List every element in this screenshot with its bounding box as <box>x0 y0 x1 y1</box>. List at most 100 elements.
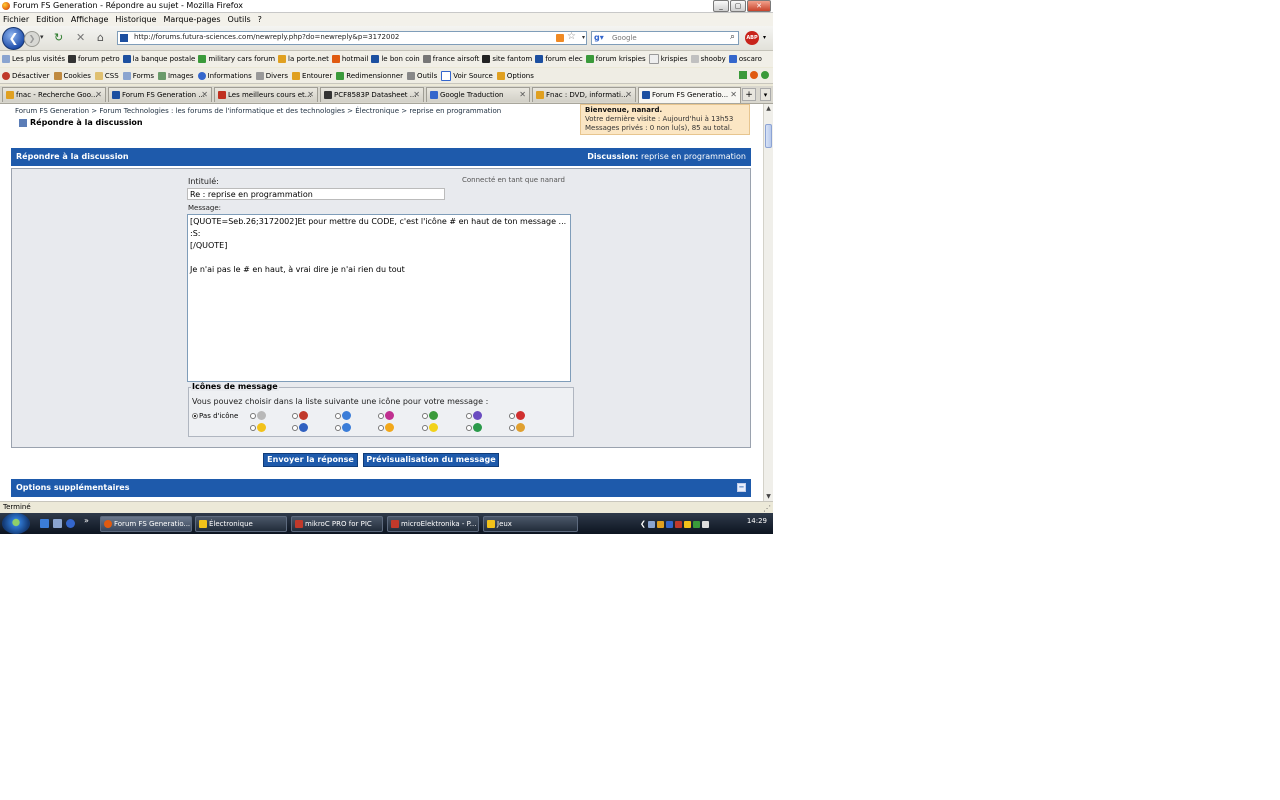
bookmark-item[interactable]: shooby <box>690 55 726 63</box>
switch-windows-icon[interactable] <box>53 519 62 528</box>
address-bar[interactable]: http://forums.futura-sciences.com/newrep… <box>117 31 587 45</box>
radio-button[interactable] <box>466 412 472 419</box>
tab-close-icon[interactable]: ✕ <box>201 88 208 102</box>
search-input[interactable] <box>612 33 712 43</box>
adblock-dropdown-icon[interactable]: ▾ <box>763 34 766 41</box>
tab-close-icon[interactable]: ✕ <box>730 88 737 102</box>
menu-edition[interactable]: Edition <box>36 15 64 24</box>
message-textarea[interactable] <box>187 214 571 382</box>
minimize-button[interactable]: _ <box>713 0 729 12</box>
error-icon[interactable] <box>750 71 758 79</box>
dev-item[interactable]: Cookies <box>53 71 91 80</box>
taskbar-electronique-folder[interactable]: Électronique <box>195 516 287 532</box>
tray-app-icon[interactable] <box>692 520 700 528</box>
scroll-up-icon[interactable]: ▲ <box>764 104 773 113</box>
radio-button[interactable] <box>378 412 384 419</box>
radio-button[interactable] <box>466 424 472 431</box>
tab-list-button[interactable]: ▾ <box>760 88 771 101</box>
menu-historique[interactable]: Historique <box>115 15 156 24</box>
radio-button[interactable] <box>509 424 515 431</box>
radio-button[interactable] <box>422 412 428 419</box>
dev-item[interactable]: Divers <box>255 71 288 80</box>
radio-button[interactable] <box>192 413 198 419</box>
rss-feed-icon[interactable] <box>556 34 564 42</box>
message-icon-option[interactable] <box>335 423 351 432</box>
submit-reply-button[interactable]: Envoyer la réponse <box>263 453 358 467</box>
google-engine-icon[interactable]: g▾ <box>594 33 604 42</box>
tab-meilleurs-cours[interactable]: Les meilleurs cours et... ✕ <box>214 87 318 102</box>
ok-icon[interactable] <box>761 71 769 79</box>
private-messages-link[interactable]: Messages privés : 0 non lu(s), 85 au tot… <box>585 124 732 132</box>
bookmark-item[interactable]: france airsoft <box>422 55 479 63</box>
quick-launch-more-icon[interactable]: » <box>84 516 89 525</box>
scroll-down-icon[interactable]: ▼ <box>764 492 773 501</box>
menu-affichage[interactable]: Affichage <box>71 15 109 24</box>
radio-button[interactable] <box>335 424 341 431</box>
internet-explorer-icon[interactable] <box>66 519 75 528</box>
taskbar-microelektronika[interactable]: microElektronika - P... <box>387 516 479 532</box>
tab-forum-fs-1[interactable]: Forum FS Generation ... ✕ <box>108 87 212 102</box>
no-icon-option[interactable]: Pas d'icône <box>192 412 238 420</box>
radio-button[interactable] <box>509 412 515 419</box>
dev-item[interactable]: Informations <box>197 71 252 80</box>
tab-google-traduction[interactable]: Google Traduction ✕ <box>426 87 530 102</box>
message-icon-option[interactable] <box>509 411 525 420</box>
dev-item[interactable]: Options <box>496 71 534 80</box>
breadcrumb-link[interactable]: Forum FS Generation > Forum Technologies… <box>15 107 501 115</box>
bookmark-item[interactable]: forum elec <box>535 55 583 63</box>
back-button[interactable]: ❮ <box>2 27 25 50</box>
message-icon-option[interactable] <box>378 411 394 420</box>
message-icon-option[interactable] <box>292 411 308 420</box>
tray-expand-icon[interactable]: ❮ <box>640 520 646 528</box>
bookmark-item[interactable]: forum krispies <box>585 55 646 63</box>
taskbar-mikroc[interactable]: mikroC PRO for PIC <box>291 516 383 532</box>
dev-item[interactable]: Redimensionner <box>336 71 403 80</box>
page-scrollbar[interactable]: ▲ ▼ <box>763 104 773 501</box>
reload-icon[interactable]: ↻ <box>54 32 63 44</box>
dev-item[interactable]: Voir Source <box>441 70 493 81</box>
tray-network-icon[interactable] <box>647 520 655 528</box>
menu-aide[interactable]: ? <box>258 15 262 24</box>
bookmark-item[interactable]: Les plus visités <box>2 55 65 63</box>
preview-message-button[interactable]: Prévisualisation du message <box>363 453 499 467</box>
radio-button[interactable] <box>250 412 256 419</box>
tab-close-icon[interactable]: ✕ <box>307 88 314 102</box>
message-icon-option[interactable] <box>509 423 525 432</box>
url-dropdown-icon[interactable]: ▾ <box>582 34 585 41</box>
dev-item[interactable]: Outils <box>407 71 437 80</box>
tray-app-icon[interactable] <box>665 520 673 528</box>
radio-button[interactable] <box>250 424 256 431</box>
tab-fnac-dvd[interactable]: Fnac : DVD, informati... ✕ <box>532 87 636 102</box>
radio-button[interactable] <box>378 424 384 431</box>
message-icon-option[interactable] <box>422 423 438 432</box>
radio-button[interactable] <box>292 412 298 419</box>
bookmark-item[interactable]: forum petro <box>68 55 120 63</box>
tab-close-icon[interactable]: ✕ <box>95 88 102 102</box>
message-icon-option[interactable] <box>292 423 308 432</box>
scroll-thumb[interactable] <box>765 124 772 148</box>
home-icon[interactable]: ⌂ <box>97 32 104 44</box>
taskbar-jeux-folder[interactable]: Jeux <box>483 516 578 532</box>
message-icon-option[interactable] <box>422 411 438 420</box>
message-icon-option[interactable] <box>466 423 482 432</box>
adblock-plus-icon[interactable]: ABP <box>745 31 759 45</box>
dev-item[interactable]: Forms <box>122 71 154 80</box>
dev-item[interactable]: Désactiver <box>2 71 50 80</box>
title-input[interactable] <box>187 188 445 200</box>
forward-button[interactable]: ❯ <box>24 31 40 47</box>
tab-datasheet[interactable]: PCF8583P Datasheet ... ✕ <box>320 87 424 102</box>
bookmark-item[interactable]: la porte.net <box>278 55 329 63</box>
dev-item[interactable]: Images <box>157 71 194 80</box>
dev-item[interactable]: CSS <box>94 71 119 80</box>
tray-app-icon[interactable] <box>656 520 664 528</box>
bookmark-item[interactable]: military cars forum <box>198 55 275 63</box>
message-icon-option[interactable] <box>466 411 482 420</box>
bookmark-item[interactable]: le bon coin <box>371 55 420 63</box>
tab-close-icon[interactable]: ✕ <box>413 88 420 102</box>
discussion-link[interactable]: reprise en programmation <box>641 152 746 161</box>
new-tab-button[interactable]: + <box>742 88 756 101</box>
radio-button[interactable] <box>422 424 428 431</box>
tray-app-icon[interactable] <box>674 520 682 528</box>
close-window-button[interactable]: ✕ <box>747 0 771 12</box>
show-desktop-icon[interactable] <box>40 519 49 528</box>
